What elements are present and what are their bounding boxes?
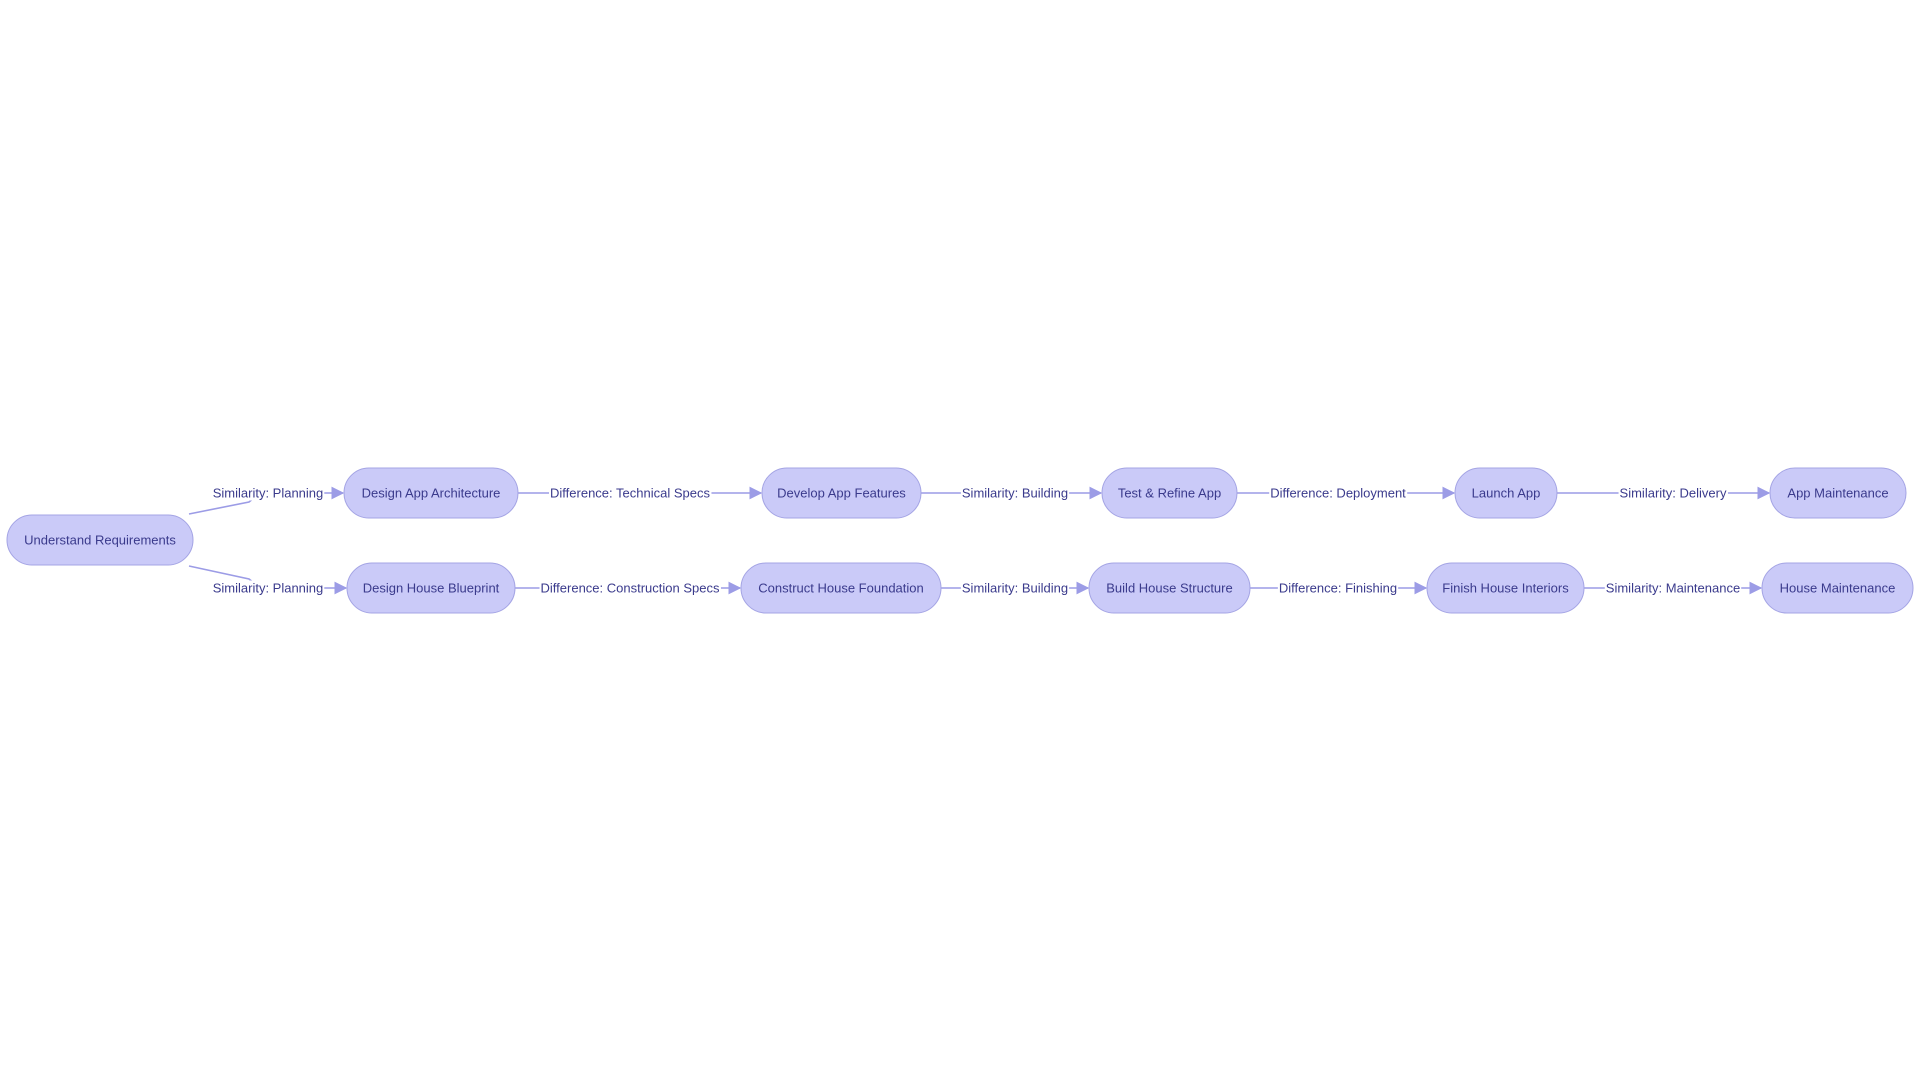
edge-label: Similarity: Maintenance: [1604, 580, 1742, 596]
flowchart-diagram: Similarity: Planning Difference: Technica…: [6, 467, 1914, 614]
edge-label-text: Difference: Technical Specs: [550, 486, 710, 501]
edge-label: Similarity: Building: [960, 485, 1070, 501]
edge-label: Difference: Construction Specs: [539, 580, 721, 596]
node-label: Develop App Features: [777, 486, 906, 501]
edge-label-text: Similarity: Delivery: [1620, 486, 1727, 501]
node-finish-house-interiors[interactable]: Finish House Interiors: [1426, 562, 1585, 614]
edge-label-text: Similarity: Building: [962, 581, 1068, 596]
edge-label-text: Similarity: Maintenance: [1606, 581, 1740, 596]
node-build-house-structure[interactable]: Build House Structure: [1088, 562, 1251, 614]
edge-label-text: Difference: Deployment: [1270, 486, 1406, 501]
node-label: House Maintenance: [1780, 581, 1896, 596]
edge-label-text: Similarity: Planning: [213, 581, 324, 596]
node-label: Test & Refine App: [1118, 486, 1221, 501]
edge-label-text: Difference: Construction Specs: [541, 581, 720, 596]
edge-label-text: Similarity: Building: [962, 486, 1068, 501]
node-label: Design House Blueprint: [363, 581, 500, 596]
edge-label-text: Similarity: Planning: [213, 486, 324, 501]
node-label: Construct House Foundation: [758, 581, 923, 596]
node-house-maintenance[interactable]: House Maintenance: [1761, 562, 1914, 614]
edge-label: Similarity: Building: [960, 580, 1070, 596]
edge-label: Similarity: Planning: [211, 580, 325, 596]
node-construct-house-foundation[interactable]: Construct House Foundation: [740, 562, 942, 614]
edge-label: Difference: Finishing: [1277, 580, 1399, 596]
node-label: Finish House Interiors: [1442, 581, 1569, 596]
node-launch-app[interactable]: Launch App: [1454, 467, 1558, 519]
edge-label: Similarity: Planning: [211, 485, 325, 501]
edge-label: Difference: Technical Specs: [549, 485, 712, 501]
edge-label-text: Difference: Finishing: [1279, 581, 1397, 596]
node-label: Understand Requirements: [24, 533, 176, 548]
node-app-maintenance[interactable]: App Maintenance: [1769, 467, 1907, 519]
node-label: Design App Architecture: [362, 486, 501, 501]
edge-label: Similarity: Delivery: [1618, 485, 1728, 501]
node-label: App Maintenance: [1787, 486, 1888, 501]
node-label: Build House Structure: [1106, 581, 1232, 596]
node-test-and-refine-app[interactable]: Test & Refine App: [1101, 467, 1238, 519]
node-label: Launch App: [1472, 486, 1541, 501]
node-design-app-architecture[interactable]: Design App Architecture: [343, 467, 519, 519]
node-design-house-blueprint[interactable]: Design House Blueprint: [346, 562, 516, 614]
edge-label: Difference: Deployment: [1269, 485, 1408, 501]
node-understand-requirements[interactable]: Understand Requirements: [6, 514, 194, 566]
node-develop-app-features[interactable]: Develop App Features: [761, 467, 922, 519]
